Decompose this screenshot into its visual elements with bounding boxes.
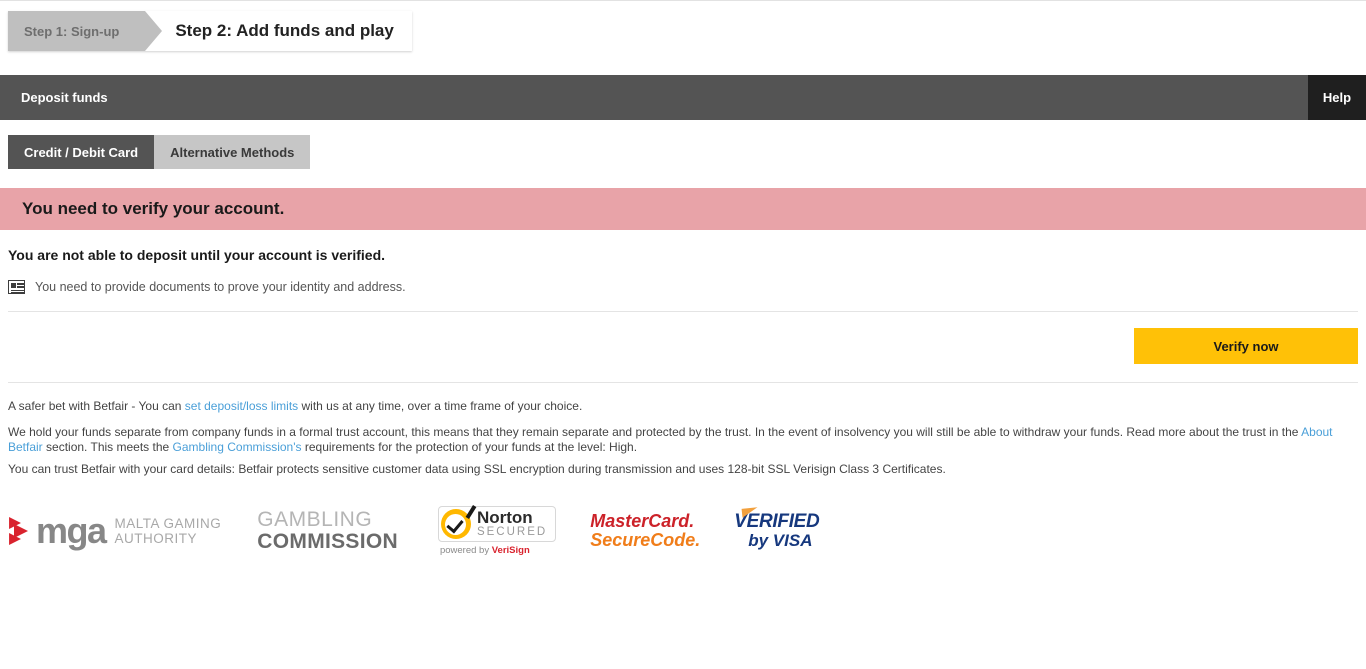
certification-logos: mga MALTA GAMING AUTHORITY GAMBLING COMM… — [8, 498, 1358, 564]
norton-line2: SECURED — [476, 525, 548, 538]
legal-p2-post: requirements for the protection of your … — [301, 440, 638, 454]
mga-subtitle: MALTA GAMING AUTHORITY — [115, 516, 222, 546]
norton-checkmark-icon — [440, 505, 477, 539]
mastercard-line2: SecureCode. — [590, 530, 701, 550]
step-2-add-funds[interactable]: Step 2: Add funds and play — [145, 11, 412, 51]
deposit-blocked-headline: You are not able to deposit until your a… — [8, 247, 386, 263]
help-label: Help — [1322, 90, 1352, 105]
legal-paragraph-limits: A safer bet with Betfair - You can set d… — [8, 399, 1358, 414]
tab-alternative-methods[interactable]: Alternative Methods — [154, 135, 311, 169]
mga-subtitle-line2: AUTHORITY — [114, 531, 198, 546]
gambling-commission-line1: GAMBLING — [257, 508, 373, 531]
cta-divider-top — [8, 311, 1358, 312]
legal-p1-post: with us at any time, over a time frame o… — [298, 399, 583, 413]
gambling-commission-link[interactable]: Gambling Commission's — [173, 440, 302, 454]
mga-subtitle-line1: MALTA GAMING — [114, 516, 222, 531]
legal-p2-mid: section. This meets the — [42, 440, 173, 454]
breadcrumb: Step 1: Sign-up Step 2: Add funds and pl… — [8, 11, 412, 51]
step-1-label: Step 1: Sign-up — [24, 23, 120, 39]
gambling-commission-logo: GAMBLING COMMISSION — [257, 509, 398, 553]
payment-method-tabs: Credit / Debit Card Alternative Methods — [8, 135, 311, 169]
document-requirement-text: You need to provide documents to prove y… — [35, 280, 406, 294]
verisign-brand: VeriSign — [491, 545, 530, 556]
verified-by-visa-logo: VERIFIED by VISA — [734, 507, 820, 550]
tab-credit-debit-card-label: Credit / Debit Card — [24, 144, 139, 160]
mga-arrow-icon — [8, 516, 34, 546]
deposit-header-bar: Deposit funds Help — [0, 75, 1366, 120]
page-title: Deposit funds — [21, 90, 108, 105]
verify-account-alert: You need to verify your account. — [0, 188, 1366, 230]
mga-wordmark: mga — [36, 510, 107, 551]
document-requirement-row: You need to provide documents to prove y… — [8, 280, 406, 294]
gambling-commission-line2: COMMISSION — [257, 530, 398, 553]
id-card-icon — [8, 280, 25, 294]
legal-paragraph-ssl: You can trust Betfair with your card det… — [8, 462, 946, 476]
verify-now-button[interactable]: Verify now — [1134, 328, 1358, 364]
visa-swoosh-icon — [741, 507, 759, 518]
page-top-divider — [0, 0, 1366, 1]
step-2-label: Step 2: Add funds and play — [175, 21, 394, 40]
legal-p1-pre: A safer bet with Betfair - You can — [8, 399, 185, 413]
legal-p2-pre: We hold your funds separate from company… — [8, 425, 1302, 439]
help-button[interactable]: Help — [1308, 75, 1366, 120]
mastercard-securecode-logo: MasterCard. SecureCode. — [590, 512, 700, 550]
legal-paragraph-trust: We hold your funds separate from company… — [8, 425, 1358, 455]
visa-line2: by VISA — [748, 531, 813, 550]
norton-footer-pre: powered by — [439, 545, 492, 556]
set-deposit-loss-limits-link[interactable]: set deposit/loss limits — [185, 399, 298, 413]
mastercard-line1: MasterCard. — [590, 511, 695, 531]
step-1-signup[interactable]: Step 1: Sign-up — [8, 11, 163, 51]
mga-logo: mga MALTA GAMING AUTHORITY — [8, 510, 222, 551]
norton-line1: Norton — [476, 507, 533, 527]
norton-secured-logo: Norton SECURED powered by VeriSign — [437, 505, 557, 556]
cta-divider-bottom — [8, 382, 1358, 383]
alert-title: You need to verify your account. — [22, 199, 285, 218]
norton-footer: powered by VeriSign — [440, 545, 530, 556]
tab-alternative-methods-label: Alternative Methods — [170, 144, 295, 160]
tab-credit-debit-card[interactable]: Credit / Debit Card — [8, 135, 155, 169]
